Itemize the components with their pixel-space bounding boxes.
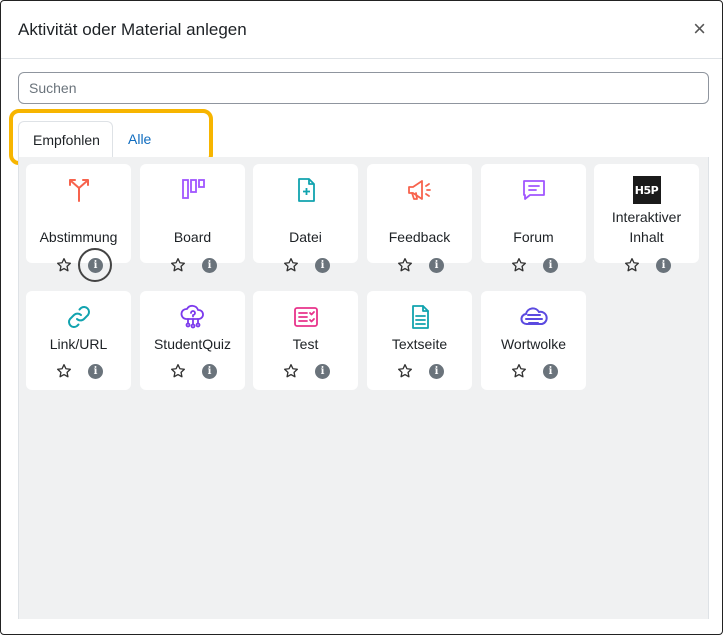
star-icon[interactable] — [397, 257, 413, 273]
activity-card-feedback[interactable]: Feedback i — [367, 164, 472, 273]
activity-label: Abstimmung — [39, 229, 118, 245]
choice-icon — [26, 174, 131, 206]
link-icon — [26, 301, 131, 333]
activity-chooser-dialog: Aktivität oder Material anlegen × Empfoh… — [0, 0, 723, 635]
h5p-icon: H5P — [594, 174, 699, 206]
activity-label: Test — [292, 336, 319, 352]
activity-label: Datei — [289, 229, 322, 245]
star-icon[interactable] — [170, 257, 186, 273]
info-icon[interactable]: i — [88, 364, 103, 379]
close-icon[interactable]: × — [693, 18, 706, 40]
activity-label: Board — [173, 229, 212, 245]
info-icon[interactable]: i — [656, 258, 671, 273]
activity-card-wortwolke[interactable]: Wortwolke i — [481, 291, 586, 390]
wordcloud-icon — [481, 301, 586, 333]
star-icon[interactable] — [624, 257, 640, 273]
megaphone-icon — [367, 174, 472, 206]
quiz-icon — [253, 301, 358, 333]
forum-icon — [481, 174, 586, 206]
star-icon[interactable] — [56, 363, 72, 379]
activity-card-interaktiver-inhalt[interactable]: H5P Interaktiver Inhalt i — [594, 164, 699, 273]
activity-label: Forum — [513, 229, 554, 245]
studentquiz-icon — [140, 301, 245, 333]
star-icon[interactable] — [283, 363, 299, 379]
info-icon[interactable]: i — [202, 258, 217, 273]
activity-label: Textseite — [391, 336, 448, 352]
tab-all[interactable]: Alle — [114, 121, 165, 157]
info-icon[interactable]: i — [202, 364, 217, 379]
file-plus-icon — [253, 174, 358, 206]
info-icon[interactable]: i — [429, 364, 444, 379]
info-icon[interactable]: i — [88, 258, 103, 273]
dialog-title: Aktivität oder Material anlegen — [18, 20, 247, 39]
activity-card-link-url[interactable]: Link/URL i — [26, 291, 131, 390]
activity-card-abstimmung[interactable]: Abstimmung i — [26, 164, 131, 282]
tab-bar: Empfohlen Alle — [18, 121, 709, 158]
activity-card-test[interactable]: Test i — [253, 291, 358, 390]
activity-card-board[interactable]: Board i — [140, 164, 245, 273]
activity-label: Feedback — [388, 229, 451, 245]
info-icon[interactable]: i — [429, 258, 444, 273]
star-icon[interactable] — [170, 363, 186, 379]
activity-card-forum[interactable]: Forum i — [481, 164, 586, 273]
activity-label: Wortwolke — [500, 336, 567, 352]
activity-label: StudentQuiz — [153, 336, 232, 352]
dialog-header: Aktivität oder Material anlegen × — [1, 1, 722, 59]
activity-card-datei[interactable]: Datei i — [253, 164, 358, 273]
star-icon[interactable] — [56, 257, 72, 273]
search-input[interactable] — [18, 72, 709, 104]
h5p-logo: H5P — [632, 176, 661, 204]
board-icon — [140, 174, 245, 206]
info-icon[interactable]: i — [315, 364, 330, 379]
activity-label: Link/URL — [49, 336, 108, 352]
star-icon[interactable] — [511, 257, 527, 273]
star-icon[interactable] — [283, 257, 299, 273]
activity-grid: Abstimmung i Board i Datei i Feedback i … — [18, 157, 709, 619]
info-icon[interactable]: i — [543, 364, 558, 379]
star-icon[interactable] — [397, 363, 413, 379]
page-icon — [367, 301, 472, 333]
info-icon[interactable]: i — [315, 258, 330, 273]
info-icon[interactable]: i — [543, 258, 558, 273]
tab-recommended[interactable]: Empfohlen — [18, 121, 113, 158]
activity-card-textseite[interactable]: Textseite i — [367, 291, 472, 390]
activity-card-studentquiz[interactable]: StudentQuiz i — [140, 291, 245, 390]
star-icon[interactable] — [511, 363, 527, 379]
activity-label: Interaktiver Inhalt — [611, 209, 682, 245]
